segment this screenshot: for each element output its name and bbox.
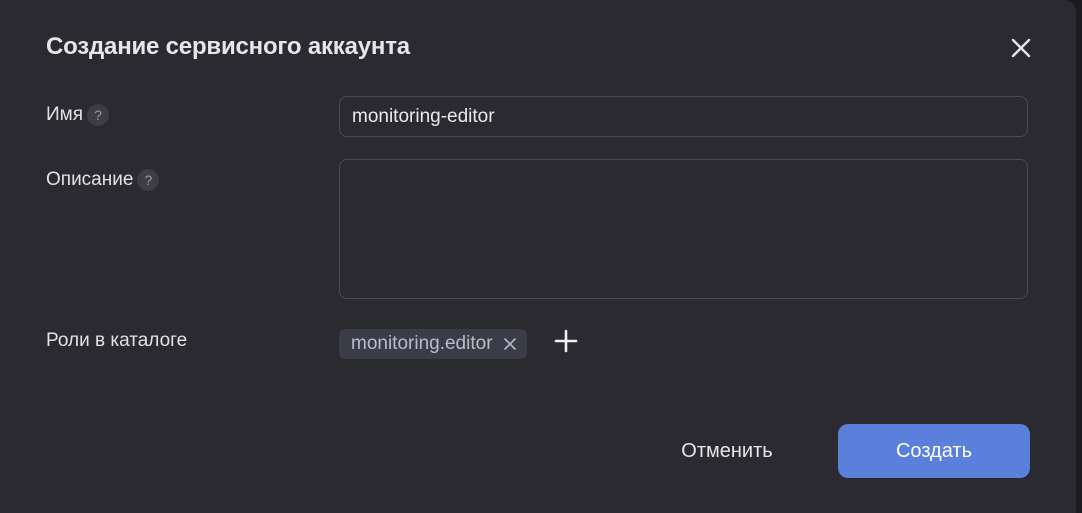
- name-input[interactable]: [339, 96, 1028, 137]
- role-chip-label: monitoring.editor: [351, 333, 493, 354]
- name-label-row: Имя ?: [46, 104, 110, 126]
- name-help-icon[interactable]: ?: [87, 104, 110, 126]
- description-input[interactable]: [339, 159, 1028, 299]
- create-service-account-dialog: Создание сервисного аккаунта Имя ? Описа…: [0, 0, 1076, 513]
- description-label: Описание: [46, 169, 134, 190]
- description-label-row: Описание ?: [46, 169, 160, 191]
- roles-label: Роли в каталоге: [46, 330, 188, 351]
- roles-label-row: Роли в каталоге: [46, 330, 187, 352]
- description-help-icon[interactable]: ?: [137, 169, 160, 191]
- name-label: Имя: [46, 104, 84, 125]
- close-icon[interactable]: [1005, 32, 1037, 64]
- cancel-button[interactable]: Отменить: [662, 424, 792, 478]
- create-button[interactable]: Создать: [838, 424, 1030, 478]
- dialog-title: Создание сервисного аккаунта: [46, 33, 410, 60]
- role-chip: monitoring.editor: [339, 329, 527, 359]
- plus-icon[interactable]: [553, 328, 579, 354]
- remove-role-icon[interactable]: [501, 335, 519, 353]
